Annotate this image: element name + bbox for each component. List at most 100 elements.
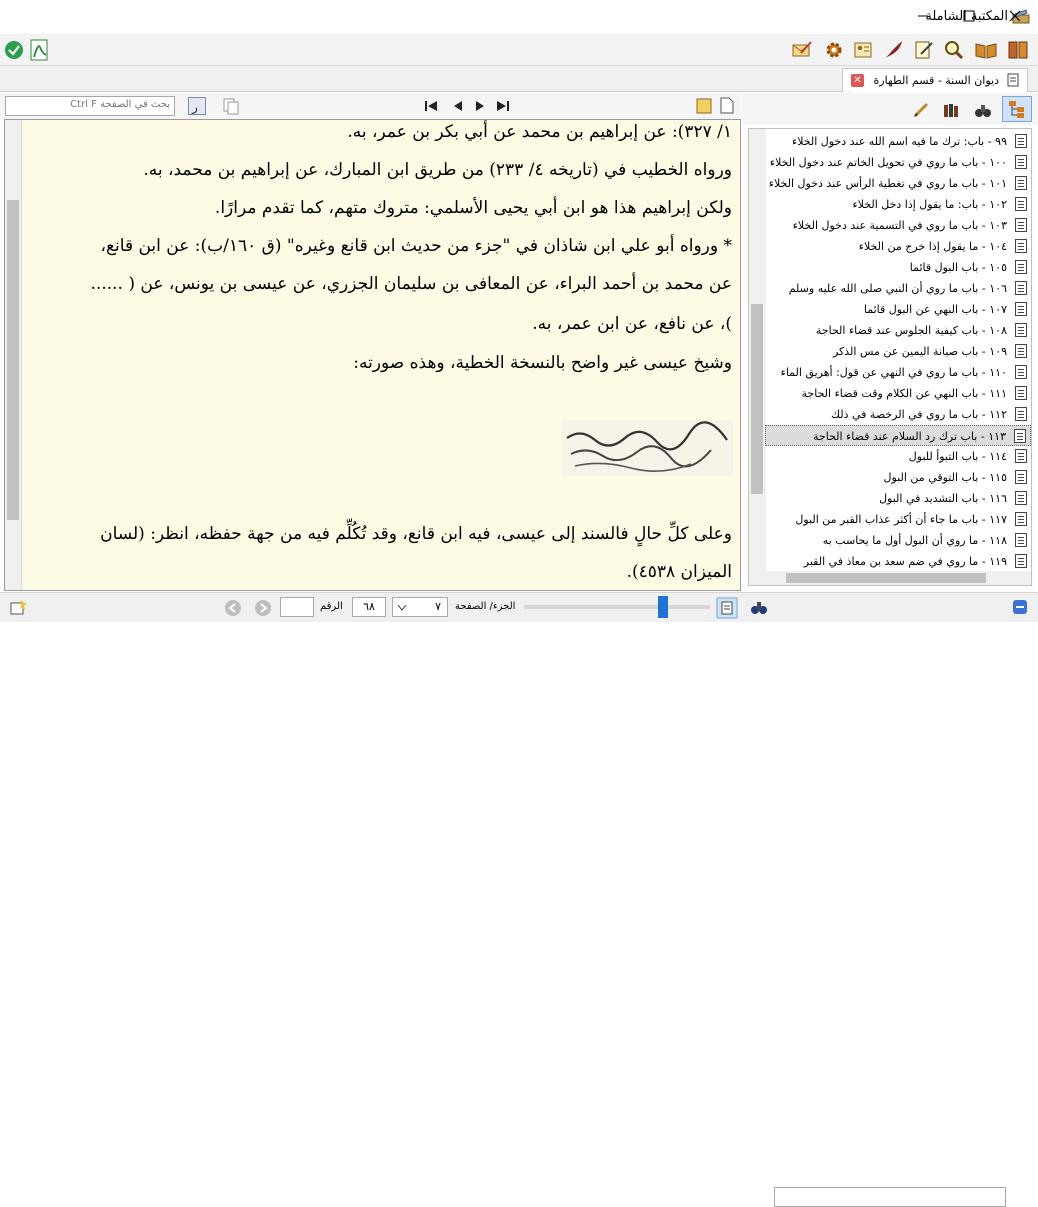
document-icon [1015, 302, 1027, 316]
confirm-button[interactable] [2, 38, 26, 62]
close-window-button[interactable] [992, 0, 1038, 32]
index-toolbar [742, 93, 1038, 125]
tree-search-binoculars-icon[interactable] [750, 598, 768, 616]
tree-item[interactable]: ١١٦ - باب التشديد في البول [765, 488, 1031, 509]
reader-scrollbar-thumb[interactable] [7, 200, 19, 520]
pencil-icon[interactable] [912, 101, 930, 119]
settings-button[interactable] [822, 38, 846, 62]
tree-item[interactable]: ١٠١ - باب ما روي في تغطية الرأس عند دخول… [765, 173, 1031, 194]
document-icon [1015, 134, 1027, 148]
tree-item[interactable]: ١٠٢ - باب: ما يقول إذا دخل الخلاء [765, 194, 1031, 215]
copy-icon[interactable] [222, 97, 240, 115]
document-icon [1014, 429, 1026, 443]
tree-horizontal-scrollbar[interactable] [766, 571, 1031, 585]
document-icon [1015, 344, 1027, 358]
tree-item[interactable]: ١١٤ - باب التبوأ للبول [765, 446, 1031, 467]
tree-item[interactable]: ١٠٩ - باب صيانة اليمين عن مس الذكر [765, 341, 1031, 362]
tree-item[interactable]: ٩٩ - باب: ترك ما فيه اسم الله عند دخول ا… [765, 131, 1031, 152]
tree-item[interactable]: ١٠٦ - باب ما روي أن النبي صلى الله عليه … [765, 278, 1031, 299]
note-icon[interactable] [696, 98, 712, 114]
tree-item[interactable]: ١٠٧ - باب النهي عن البول قائما [765, 299, 1031, 320]
maximize-icon [963, 10, 975, 22]
last-page-icon[interactable] [496, 99, 510, 113]
document-icon [1015, 407, 1027, 421]
tab-document[interactable]: ديوان السنة - قسم الطهارة ✕ [842, 68, 1028, 92]
index-tree: ٩٩ - باب: ترك ما فيه اسم الله عند دخول ا… [748, 128, 1032, 586]
bookshelf-icon[interactable] [942, 101, 960, 119]
tree-horizontal-scrollbar-thumb[interactable] [786, 573, 986, 583]
number-input[interactable] [280, 597, 314, 617]
tree-item[interactable]: ١٠٥ - باب البول قائما [765, 257, 1031, 278]
open-book-icon [975, 43, 997, 59]
document-icon [1015, 365, 1027, 379]
first-page-icon[interactable] [424, 99, 438, 113]
reader-scrollbar[interactable] [5, 120, 22, 590]
tree-item[interactable]: ١١٥ - باب التوقي من البول [765, 467, 1031, 488]
tree-item[interactable]: ١١٨ - ما روي أن البول أول ما يحاسب به [765, 530, 1031, 551]
document-icon [1007, 73, 1019, 87]
filter-button[interactable]: ر [188, 97, 206, 115]
text-line: ولكن إبراهيم هذا هو ابن أبي يحيى الأسلمي… [214, 198, 732, 218]
document-icon [1015, 512, 1027, 526]
tree-item[interactable]: ١١٢ - باب ما روي في الرخصة في ذلك [765, 404, 1031, 425]
quill-button[interactable] [882, 38, 906, 62]
text-line: وعلى كلِّ حالٍ فالسند إلى عيسى، فيه ابن … [100, 524, 732, 544]
forward-icon[interactable] [254, 599, 272, 617]
tree-scrollbar[interactable] [749, 129, 766, 585]
part-select[interactable]: ٧ [392, 597, 448, 617]
next-page-icon[interactable] [474, 99, 486, 113]
open-book-button[interactable] [974, 38, 998, 62]
tree-item-selected[interactable]: ١١٣ - باب ترك رد السلام عند قضاء الحاجة [765, 425, 1031, 446]
page-icon[interactable] [720, 97, 734, 114]
document-icon [1015, 491, 1027, 505]
page-slider-track[interactable] [524, 605, 710, 609]
close-tab-icon[interactable]: ✕ [851, 74, 864, 87]
tree-item[interactable]: ١٠٤ - ما يقول إذا خرج من الخلاء [765, 236, 1031, 257]
close-icon [1009, 10, 1021, 22]
library-button[interactable] [1006, 38, 1030, 62]
previous-page-icon[interactable] [452, 99, 464, 113]
search-button[interactable] [942, 38, 966, 62]
tree-view-button[interactable] [1002, 96, 1032, 122]
add-note-icon[interactable] [8, 597, 28, 617]
reader-pane: ١/ ٣٢٧): عن إبراهيم بن محمد عن أبي بكر ب… [4, 119, 741, 591]
tree-search-input[interactable] [774, 1187, 1006, 1207]
tree-item[interactable]: ١١٠ - باب ما روي في النهي عن قول: أهريق … [765, 362, 1031, 383]
document-icon [1015, 176, 1027, 190]
tree-icon [1009, 101, 1024, 118]
number-label: الرقم [320, 601, 343, 612]
page-slider-thumb[interactable] [658, 596, 668, 618]
tree-item[interactable]: ١٠٣ - باب ما روي في التسمية عند دخول الخ… [765, 215, 1031, 236]
text-line: * ورواه أبو علي ابن شاذان في "جزء من حدي… [100, 236, 733, 256]
card-tool-button[interactable] [852, 38, 876, 62]
pdf-button[interactable] [28, 38, 52, 62]
tree-scrollbar-thumb[interactable] [751, 304, 763, 494]
edit-document-button[interactable] [912, 38, 936, 62]
page-input[interactable]: ٦٨ [352, 597, 386, 617]
document-icon [1015, 260, 1027, 274]
document-icon [1015, 281, 1027, 295]
document-icon [1015, 197, 1027, 211]
tree-item[interactable]: ١١١ - باب النهي عن الكلام وقت قضاء الحاج… [765, 383, 1031, 404]
back-icon[interactable] [224, 599, 242, 617]
minimize-button[interactable] [900, 0, 946, 32]
mail-tool-button[interactable] [790, 38, 814, 62]
page-search-input[interactable]: بحث في الصفحة Ctrl F [5, 96, 175, 116]
document-icon [1015, 239, 1027, 253]
document-icon [1015, 323, 1027, 337]
title-bar: المكتبة الشاملة [0, 0, 1038, 34]
tab-label: ديوان السنة - قسم الطهارة [873, 74, 1000, 87]
reader-view-button[interactable] [716, 597, 738, 619]
reader-toolbar: بحث في الصفحة Ctrl F ر [0, 93, 741, 119]
tree-item[interactable]: ١١٩ - ما روي في ضم سعد بن معاذ في القبر [765, 551, 1031, 572]
text-line: عن محمد بن أحمد البراء، عن المعافى بن سل… [90, 274, 732, 294]
tree-item[interactable]: ١٠٨ - باب كيفية الجلوس عند قضاء الحاجة [765, 320, 1031, 341]
maximize-button[interactable] [946, 0, 992, 32]
tree-item[interactable]: ١١٧ - باب ما جاء أن أكثر عذاب القبر من ا… [765, 509, 1031, 530]
books-icon [1008, 41, 1028, 59]
binoculars-icon[interactable] [974, 101, 992, 119]
collapse-icon[interactable] [1012, 599, 1028, 615]
search-icon [945, 41, 964, 60]
tree-item[interactable]: ١٠٠ - باب ما روي في تحويل الخاتم عند دخو… [765, 152, 1031, 173]
id-card-icon [854, 42, 872, 58]
